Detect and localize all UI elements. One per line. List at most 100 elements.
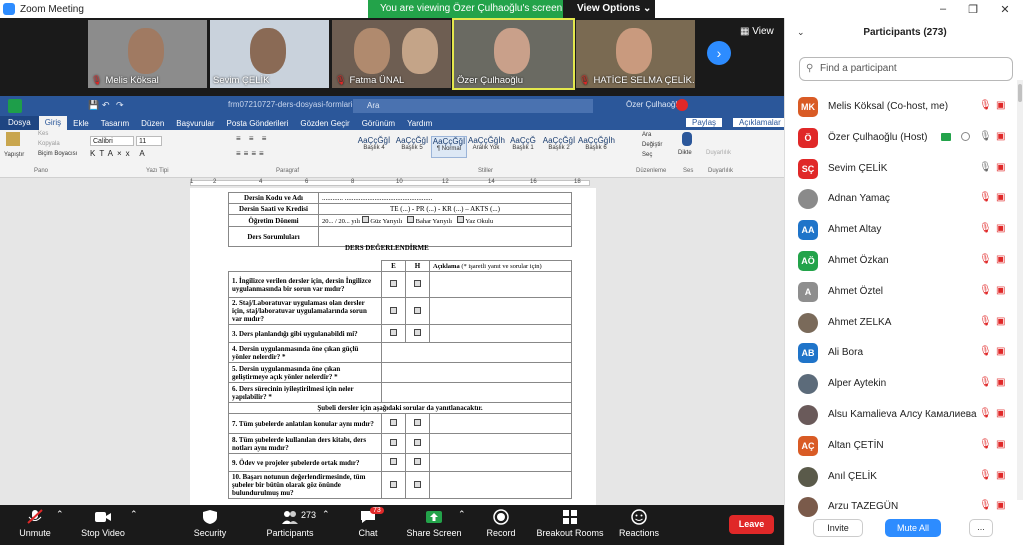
- mic-muted-icon[interactable]: 🎙: [979, 316, 992, 327]
- font-name-select[interactable]: Calibri: [90, 136, 134, 146]
- breakout-rooms-button[interactable]: Breakout Rooms: [536, 509, 604, 538]
- mic-muted-icon[interactable]: 🎙: [979, 285, 992, 296]
- mic-muted-icon[interactable]: 🎙: [979, 223, 992, 234]
- font-size-select[interactable]: 11: [136, 136, 162, 146]
- close-button[interactable]: ✕: [990, 0, 1020, 18]
- autosave-toggle[interactable]: [8, 99, 22, 113]
- mic-on-icon[interactable]: 🎙: [979, 131, 992, 142]
- dictate-button[interactable]: Dikte: [678, 150, 692, 156]
- tab-home[interactable]: Giriş: [38, 116, 68, 130]
- more-options-button[interactable]: ...: [969, 519, 993, 537]
- panel-scrollbar[interactable]: [1017, 80, 1023, 500]
- mic-muted-icon[interactable]: 🎙: [979, 346, 992, 357]
- style-normal[interactable]: AaÇçĞğİ ¶ Normal: [431, 136, 467, 158]
- list-buttons[interactable]: ≡ ≡ ≡: [236, 134, 269, 143]
- participant-row[interactable]: Alper Aytekin 🎙 ▣: [785, 368, 1017, 398]
- tab-view[interactable]: Görünüm: [356, 119, 401, 128]
- video-off-icon[interactable]: ▣: [996, 162, 1005, 173]
- share-screen-button[interactable]: Share Screen: [404, 509, 464, 538]
- video-off-icon[interactable]: ▣: [996, 470, 1005, 481]
- video-off-icon[interactable]: ▣: [996, 100, 1005, 111]
- video-off-icon[interactable]: ▣: [996, 439, 1005, 450]
- video-tile[interactable]: 🎙 Fatma ÜNAL: [332, 20, 451, 88]
- paste-icon[interactable]: [6, 132, 20, 146]
- view-button[interactable]: ▦ View: [740, 26, 774, 37]
- style-heading-2[interactable]: AaÇçĞğİ Başlık 2: [541, 136, 577, 158]
- format-painter-button[interactable]: Biçim Boyacısı: [38, 151, 77, 157]
- leave-button[interactable]: Leave: [729, 515, 774, 534]
- video-tile-active-speaker[interactable]: Özer Çulhaoğlu: [452, 18, 575, 90]
- view-options-button[interactable]: View Options ⌄: [563, 0, 655, 18]
- next-page-arrow-icon[interactable]: ›: [707, 41, 731, 65]
- replace-button[interactable]: Değiştir: [642, 142, 662, 148]
- tab-design[interactable]: Tasarım: [95, 119, 135, 128]
- undo-icon[interactable]: ↶: [102, 100, 110, 111]
- mic-muted-icon[interactable]: 🎙: [979, 377, 992, 388]
- mic-on-icon[interactable]: 🎙: [979, 162, 992, 173]
- style-heading-6[interactable]: AaÇçĞğİh Başlık 6: [578, 136, 615, 158]
- video-off-icon[interactable]: ▣: [996, 408, 1005, 419]
- tab-file[interactable]: Dosya: [0, 116, 39, 130]
- record-button[interactable]: Record: [482, 509, 520, 538]
- invite-button[interactable]: Invite: [813, 519, 863, 537]
- user-avatar-icon[interactable]: [676, 99, 688, 111]
- mic-muted-icon[interactable]: 🎙: [979, 470, 992, 481]
- video-off-icon[interactable]: ▣: [996, 192, 1005, 203]
- copy-button[interactable]: Kopyala: [38, 141, 60, 147]
- word-search-box[interactable]: Ara: [353, 99, 593, 113]
- participant-row[interactable]: Ö Özer Çulhaoğlu (Host) 🎙 ▣: [785, 122, 1017, 152]
- video-off-icon[interactable]: ▣: [996, 254, 1005, 265]
- participant-row[interactable]: Adnan Yamaç 🎙 ▣: [785, 183, 1017, 213]
- participant-search-input[interactable]: ⚲ Find a participant: [799, 57, 1013, 81]
- tab-references[interactable]: Başvurular: [170, 119, 220, 128]
- mic-muted-icon[interactable]: 🎙: [979, 254, 992, 265]
- save-icon[interactable]: 💾: [88, 100, 99, 111]
- security-button[interactable]: Security: [186, 509, 234, 538]
- select-button[interactable]: Seç: [642, 152, 652, 158]
- mute-all-button[interactable]: Mute All: [885, 519, 941, 537]
- minimize-button[interactable]: –: [928, 0, 958, 18]
- unmute-button[interactable]: Unmute: [15, 509, 55, 538]
- style-no-spacing[interactable]: AaÇçĞğİh Aralık Yok: [468, 136, 505, 158]
- stop-video-button[interactable]: Stop Video: [78, 509, 128, 538]
- video-off-icon[interactable]: ▣: [996, 131, 1005, 142]
- video-options-chevron-icon[interactable]: ⌃: [130, 509, 138, 520]
- style-heading-1[interactable]: AaÇçĞ Başlık 1: [505, 136, 541, 158]
- redo-icon[interactable]: ↷: [116, 100, 124, 111]
- video-off-icon[interactable]: ▣: [996, 377, 1005, 388]
- video-tile[interactable]: 🎙 HATİCE SELMA ÇELİK...: [576, 20, 695, 88]
- style-heading-5[interactable]: AaÇçĞğİ Başlık 5: [394, 136, 430, 158]
- share-options-chevron-icon[interactable]: ⌃: [458, 509, 466, 520]
- video-off-icon[interactable]: ▣: [996, 285, 1005, 296]
- cut-button[interactable]: Kes: [38, 131, 48, 137]
- microphone-icon[interactable]: [682, 132, 692, 146]
- participant-row[interactable]: SÇ Sevim ÇELİK 🎙 ▣: [785, 153, 1017, 183]
- video-off-icon[interactable]: ▣: [996, 316, 1005, 327]
- video-off-icon[interactable]: ▣: [996, 346, 1005, 357]
- participant-row[interactable]: Ahmet ZELKA 🎙 ▣: [785, 307, 1017, 337]
- tab-mailings[interactable]: Posta Gönderileri: [221, 119, 295, 128]
- tab-help[interactable]: Yardım: [401, 119, 438, 128]
- style-heading-4[interactable]: AaÇçĞğİ Başlık 4: [356, 136, 392, 158]
- audio-options-chevron-icon[interactable]: ⌃: [56, 509, 64, 520]
- participant-row[interactable]: A Ahmet Öztel 🎙 ▣: [785, 276, 1017, 306]
- participant-row[interactable]: AÖ Ahmet Özkan 🎙 ▣: [785, 245, 1017, 275]
- participant-row[interactable]: AB Ali Bora 🎙 ▣: [785, 337, 1017, 367]
- participant-row[interactable]: Anıl ÇELİK 🎙 ▣: [785, 461, 1017, 491]
- restore-button[interactable]: ❐: [958, 0, 988, 18]
- tab-insert[interactable]: Ekle: [67, 119, 95, 128]
- mic-muted-icon[interactable]: 🎙: [979, 192, 992, 203]
- find-button[interactable]: Ara: [642, 132, 651, 138]
- mic-muted-icon[interactable]: 🎙: [979, 408, 992, 419]
- sensitivity-button[interactable]: Duyarlılık: [706, 150, 731, 156]
- tab-review[interactable]: Gözden Geçir: [294, 119, 355, 128]
- participant-row[interactable]: AA Ahmet Altay 🎙 ▣: [785, 214, 1017, 244]
- video-off-icon[interactable]: ▣: [996, 223, 1005, 234]
- participant-row[interactable]: Alsu Kamalieva Алсу Камалиева 🎙 ▣: [785, 399, 1017, 429]
- font-format-buttons[interactable]: KTA×x A: [90, 149, 149, 158]
- align-buttons[interactable]: ≡≡≡≡: [236, 149, 267, 158]
- comments-button[interactable]: Açıklamalar: [733, 118, 784, 127]
- document-page[interactable]: Dersin Kodu ve Adı............ .........…: [190, 188, 596, 505]
- tab-layout[interactable]: Düzen: [135, 119, 170, 128]
- reactions-button[interactable]: Reactions: [616, 509, 662, 538]
